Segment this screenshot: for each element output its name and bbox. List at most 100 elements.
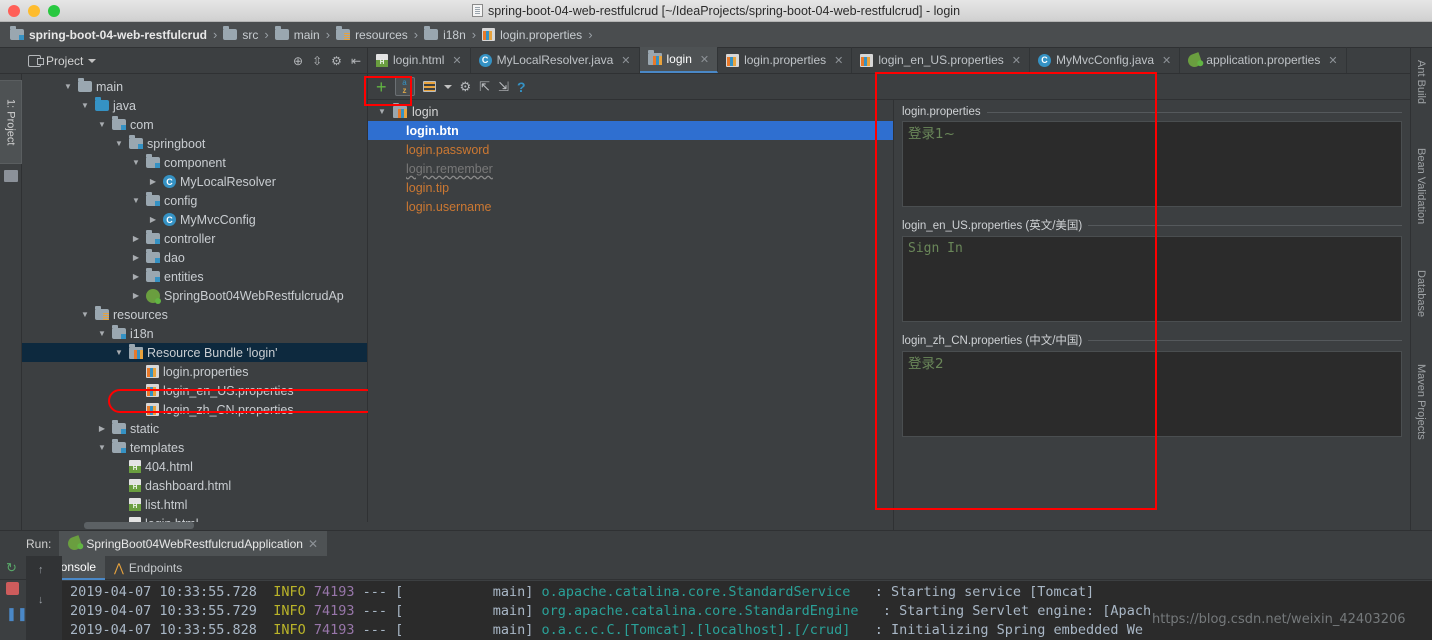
collapse-all-icon[interactable]: ⇳ xyxy=(312,54,322,68)
editor-tab[interactable]: C MyLocalResolver.java ✕ xyxy=(471,47,640,73)
editor-tab[interactable]: login.html ✕ xyxy=(368,47,471,73)
locale-value-input[interactable]: 登录1~ xyxy=(902,121,1402,207)
tree-twisty-right-icon[interactable] xyxy=(130,253,142,262)
tree-node[interactable]: C MyMvcConfig xyxy=(22,210,367,229)
project-tree[interactable]: main java com springboot component C MyLocalRe… xyxy=(22,74,367,530)
sidebar-tab-project[interactable]: 1: Project xyxy=(0,80,22,164)
close-icon[interactable]: ✕ xyxy=(834,54,843,67)
property-key-row[interactable]: login.tip xyxy=(368,178,893,197)
gear-icon[interactable]: ⚙ xyxy=(331,54,342,68)
tree-twisty-down-icon[interactable] xyxy=(96,120,108,129)
tree-node[interactable]: login_en_US.properties xyxy=(22,381,367,400)
tree-twisty-right-icon[interactable] xyxy=(130,234,142,243)
breadcrumb-item-project[interactable]: spring-boot-04-web-restfulcrud xyxy=(6,24,211,46)
tree-node[interactable]: Resource Bundle 'login' xyxy=(22,343,367,362)
tree-twisty-right-icon[interactable] xyxy=(147,215,159,224)
run-panel-tab[interactable]: ⋀ Endpoints xyxy=(105,556,191,580)
breadcrumb-item-main[interactable]: main xyxy=(271,24,324,46)
pause-icon[interactable]: ❚❚ xyxy=(6,606,28,621)
property-key-row[interactable]: login.password xyxy=(368,140,893,159)
hide-panel-icon[interactable]: ⇤ xyxy=(351,54,361,68)
tree-node[interactable]: controller xyxy=(22,229,367,248)
tree-node[interactable]: resources xyxy=(22,305,367,324)
sidebar-tab-ant-build[interactable]: Ant Build xyxy=(1410,56,1432,134)
sort-alphabetically-icon[interactable]: az xyxy=(394,77,415,96)
tree-node[interactable]: 404.html xyxy=(22,457,367,476)
maximize-window-button[interactable] xyxy=(48,5,60,17)
add-property-icon[interactable]: + xyxy=(376,78,387,96)
expand-all-icon[interactable]: ⇱ xyxy=(479,79,490,95)
sidebar-tab-bean-validation[interactable]: Bean Validation xyxy=(1410,144,1432,256)
close-icon[interactable]: ✕ xyxy=(700,53,709,66)
breadcrumb-item-file[interactable]: login.properties xyxy=(478,24,586,46)
tree-node[interactable]: component xyxy=(22,153,367,172)
property-key-row[interactable]: login.username xyxy=(368,197,893,216)
tree-twisty-down-icon[interactable] xyxy=(79,310,91,319)
tree-node[interactable]: entities xyxy=(22,267,367,286)
editor-tab[interactable]: login ✕ xyxy=(639,47,719,73)
property-key-list[interactable]: login login.btn login.password login.rememb… xyxy=(368,100,894,530)
dropdown-icon[interactable] xyxy=(443,84,452,89)
tree-twisty-down-icon[interactable] xyxy=(96,443,108,452)
close-icon[interactable]: ✕ xyxy=(621,54,630,67)
close-window-button[interactable] xyxy=(8,5,20,17)
tree-twisty-down-icon[interactable] xyxy=(113,139,125,148)
project-panel-scrollbar[interactable] xyxy=(22,522,368,530)
group-by-icon[interactable] xyxy=(422,81,436,92)
tree-node[interactable]: java xyxy=(22,96,367,115)
tree-node[interactable]: templates xyxy=(22,438,367,457)
close-icon[interactable]: ✕ xyxy=(452,54,461,67)
run-configuration-tab[interactable]: SpringBoot04WebRestfulcrudApplication ✕ xyxy=(59,531,327,556)
tree-twisty-right-icon[interactable] xyxy=(130,272,142,281)
settings-icon[interactable]: ⚙ xyxy=(460,79,472,95)
minimize-window-button[interactable] xyxy=(28,5,40,17)
close-icon[interactable]: ✕ xyxy=(308,537,318,551)
tree-twisty-down-icon[interactable] xyxy=(130,196,142,205)
tree-node[interactable]: dao xyxy=(22,248,367,267)
tree-node[interactable]: com xyxy=(22,115,367,134)
close-icon[interactable]: ✕ xyxy=(1162,54,1171,67)
tree-twisty-down-icon[interactable] xyxy=(376,107,388,116)
property-key-row[interactable]: login.remember xyxy=(368,159,893,178)
locale-value-input[interactable]: 登录2 xyxy=(902,351,1402,437)
property-key-row[interactable]: login.btn xyxy=(368,121,893,140)
close-icon[interactable]: ✕ xyxy=(1328,54,1337,67)
tree-twisty-down-icon[interactable] xyxy=(79,101,91,110)
help-icon[interactable]: ? xyxy=(517,79,526,95)
tree-node[interactable]: C MyLocalResolver xyxy=(22,172,367,191)
close-icon[interactable]: ✕ xyxy=(1012,54,1021,67)
sidebar-tab-maven-projects[interactable]: Maven Projects xyxy=(1410,360,1432,470)
tree-node[interactable]: login_zh_CN.properties xyxy=(22,400,367,419)
sidebar-tab-database[interactable]: Database xyxy=(1410,266,1432,348)
property-key-root[interactable]: login xyxy=(368,102,893,121)
stop-icon[interactable] xyxy=(6,582,19,595)
tree-node[interactable]: springboot xyxy=(22,134,367,153)
structure-icon[interactable] xyxy=(4,170,18,182)
tree-node[interactable]: main xyxy=(22,77,367,96)
breadcrumb-item-i18n[interactable]: i18n xyxy=(420,24,470,46)
tree-node[interactable]: config xyxy=(22,191,367,210)
tree-twisty-right-icon[interactable] xyxy=(130,291,142,300)
collapse-all-icon[interactable]: ⇲ xyxy=(498,79,509,95)
scroll-up-icon[interactable]: ↑ xyxy=(38,564,44,576)
tree-node[interactable]: SpringBoot04WebRestfulcrudAp xyxy=(22,286,367,305)
editor-tab[interactable]: C MyMvcConfig.java ✕ xyxy=(1030,47,1181,73)
tree-node[interactable]: list.html xyxy=(22,495,367,514)
breadcrumb-item-resources[interactable]: resources xyxy=(332,24,412,46)
editor-tab[interactable]: login.properties ✕ xyxy=(718,47,853,73)
breadcrumb-item-src[interactable]: src xyxy=(219,24,262,46)
tree-node[interactable]: i18n xyxy=(22,324,367,343)
tree-node[interactable]: static xyxy=(22,419,367,438)
tree-twisty-right-icon[interactable] xyxy=(147,177,159,186)
editor-tab[interactable]: application.properties ✕ xyxy=(1180,47,1347,73)
window-controls[interactable] xyxy=(8,5,60,17)
run-panel-tabs[interactable]: Console ⋀ Endpoints xyxy=(0,555,1432,580)
locate-icon[interactable]: ⊕ xyxy=(293,54,303,68)
tree-twisty-right-icon[interactable] xyxy=(96,424,108,433)
tree-node[interactable]: login.properties xyxy=(22,362,367,381)
locale-value-input[interactable]: Sign In xyxy=(902,236,1402,322)
tree-twisty-down-icon[interactable] xyxy=(113,348,125,357)
editor-tab[interactable]: login_en_US.properties ✕ xyxy=(852,47,1031,73)
tree-twisty-down-icon[interactable] xyxy=(96,329,108,338)
tree-twisty-down-icon[interactable] xyxy=(130,158,142,167)
